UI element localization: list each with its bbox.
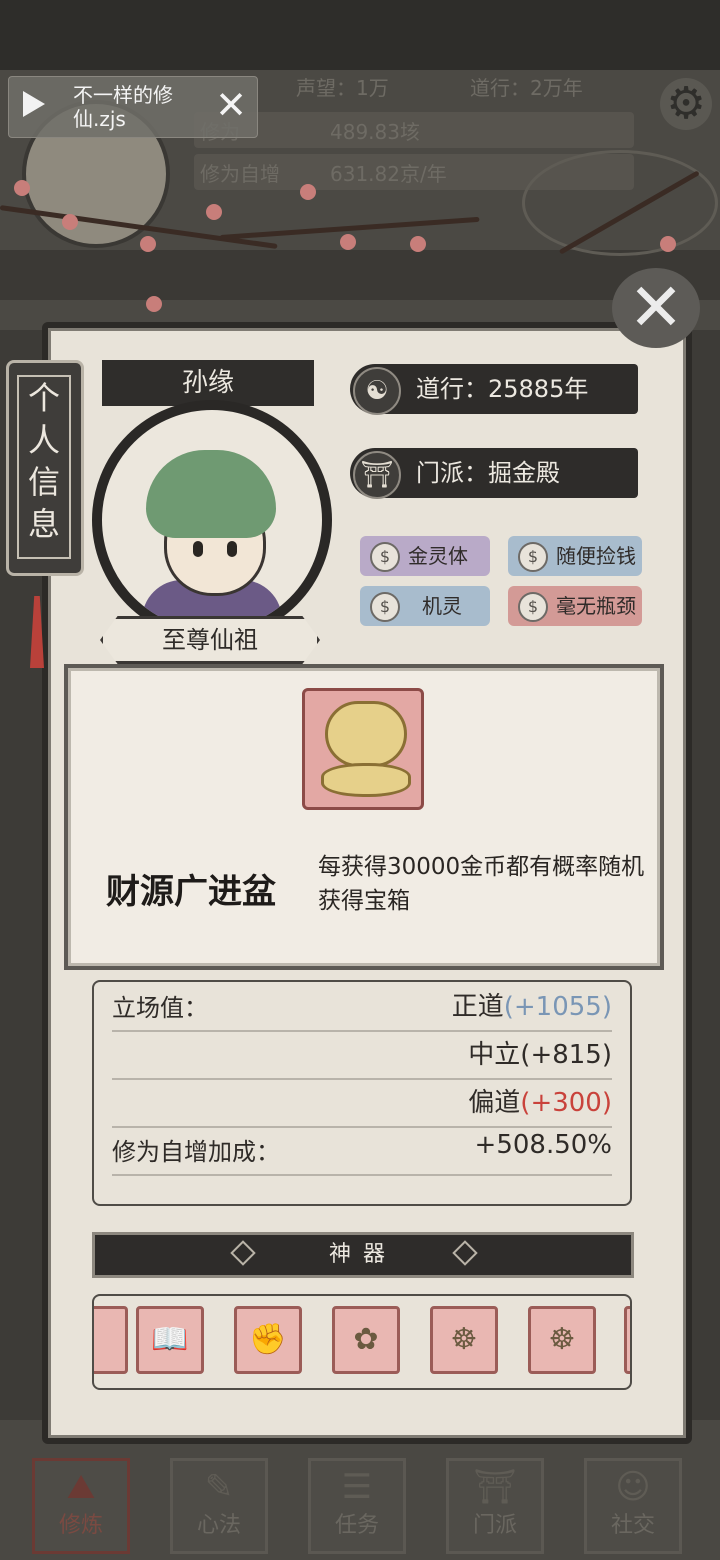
artifact-slot-partial[interactable]	[624, 1306, 630, 1374]
personal-info-tab-label: 个人信息	[17, 375, 71, 559]
trait-label: 随便捡钱	[556, 544, 636, 568]
book-icon[interactable]: 📖	[136, 1306, 204, 1374]
deviant-label: 偏道	[468, 1088, 521, 1118]
trait-tag[interactable]: $ 机灵	[360, 586, 490, 626]
close-icon[interactable]: ✕	[211, 85, 251, 125]
tree-crown	[325, 701, 407, 767]
artifact-header: 神器	[92, 1232, 634, 1278]
blossom-decoration	[660, 236, 676, 252]
trait-label: 机灵	[422, 594, 462, 618]
money-bag-icon: $	[518, 592, 548, 622]
artifact-list[interactable]: 📖 ✊ ✿ ☸ ☸	[92, 1294, 632, 1390]
money-bag-icon: $	[518, 542, 548, 572]
stat-row-cultivation-bonus: 修为自增加成： +508.50%	[112, 1126, 612, 1176]
people-icon: ☺	[615, 1467, 651, 1507]
cultivation-bonus-label: 修为自增加成：	[112, 1138, 280, 1166]
background-roof	[0, 250, 720, 300]
auto-gain-label: 修为自增	[200, 162, 280, 186]
nav-label: 社交	[610, 1513, 655, 1538]
money-tree-pot-icon	[302, 688, 424, 810]
portrait-eye	[227, 541, 237, 557]
stance-deviant: 偏道(+300)	[468, 1082, 612, 1119]
blossom-decoration	[300, 184, 316, 200]
trait-tag[interactable]: $ 随便捡钱	[508, 536, 642, 576]
nav-label: 门派	[472, 1513, 517, 1538]
auto-gain-value: 631.82京/年	[330, 162, 447, 186]
stance-label: 立场值：	[112, 994, 208, 1022]
blossom-decoration	[62, 214, 78, 230]
play-icon[interactable]	[23, 91, 45, 117]
personal-info-tab[interactable]: 个人信息	[6, 360, 84, 576]
nav-label: 心法	[196, 1513, 241, 1538]
stance-righteous: 正道(+1055)	[452, 986, 612, 1023]
blossom-decoration	[206, 204, 222, 220]
blossom-decoration	[140, 236, 156, 252]
gauntlet-icon[interactable]: ✊	[234, 1306, 302, 1374]
toast-title: 不一样的修仙.zjs	[73, 83, 173, 131]
buddha-statue-icon[interactable]: ☸	[430, 1306, 498, 1374]
nav-label: 任务	[334, 1513, 379, 1538]
yin-yang-icon: ☯	[353, 367, 401, 415]
item-name: 财源广进盆	[106, 872, 276, 912]
quest-scroll-icon: ☰	[341, 1467, 373, 1507]
reputation-text: 声望：1万	[296, 76, 389, 100]
portrait-hair	[146, 450, 276, 538]
daoxing-text: 道行：2万年	[470, 76, 583, 100]
media-toast[interactable]: 不一样的修仙.zjs ✕	[8, 76, 258, 138]
righteous-label: 正道	[451, 992, 504, 1022]
money-bag-icon: $	[370, 542, 400, 572]
temple-icon: ⛩	[473, 1467, 517, 1507]
scroll-icon: ✎	[204, 1467, 234, 1507]
artifact-header-label: 神器	[328, 1242, 397, 1267]
daoxing-pill: ☯ 道行：25885年	[350, 364, 638, 415]
stance-neutral: 中立(+815)	[468, 1040, 612, 1070]
cultivation-bonus-value: +508.50%	[474, 1130, 612, 1160]
character-title: 至尊仙祖	[100, 616, 320, 664]
cultivation-value: 489.83垓	[330, 120, 420, 144]
daoxing-label: 道行：25885年	[416, 375, 589, 403]
nav-heart-method[interactable]: ✎ 心法	[170, 1458, 268, 1554]
trait-label: 毫无瓶颈	[556, 594, 636, 618]
item-description: 每获得30000金币都有概率随机获得宝箱	[318, 854, 645, 914]
blossom-decoration	[410, 236, 426, 252]
nav-label: 修炼	[58, 1513, 103, 1538]
stat-row-neutral: 中立(+815)	[112, 1030, 612, 1080]
item-detail-card[interactable]: 财源广进盆 每获得30000金币都有概率随机获得宝箱	[64, 664, 664, 970]
nav-quest[interactable]: ☰ 任务	[308, 1458, 406, 1554]
trait-tag[interactable]: $ 毫无瓶颈	[508, 586, 642, 626]
sect-label: 门派：掘金殿	[416, 459, 560, 487]
trait-label: 金灵体	[408, 544, 468, 568]
character-portrait	[92, 400, 332, 640]
portrait-eye	[193, 541, 203, 557]
artifact-slot-partial[interactable]	[94, 1306, 128, 1374]
stat-row-deviant: 偏道(+300)	[112, 1078, 612, 1128]
tree-pot	[321, 763, 411, 797]
righteous-bonus: (+1055)	[503, 992, 612, 1022]
gear-icon[interactable]: ⚙	[660, 78, 712, 130]
temple-icon: ⛩	[353, 451, 401, 499]
nav-cultivate[interactable]: ⛰ 修炼	[32, 1458, 130, 1554]
deviant-bonus: (+300)	[520, 1088, 612, 1118]
mountain-icon: ⛰	[66, 1467, 96, 1507]
blossom-decoration	[14, 180, 30, 196]
blossom-decoration	[340, 234, 356, 250]
close-button[interactable]: ✕	[612, 268, 700, 348]
nav-sect[interactable]: ⛩ 门派	[446, 1458, 544, 1554]
buddha-statue-icon[interactable]: ☸	[528, 1306, 596, 1374]
stat-row-righteous: 立场值： 正道(+1055)	[112, 982, 612, 1032]
nav-social[interactable]: ☺ 社交	[584, 1458, 682, 1554]
money-tree-icon[interactable]: ✿	[332, 1306, 400, 1374]
trait-tag[interactable]: $ 金灵体	[360, 536, 490, 576]
sect-pill: ⛩ 门派：掘金殿	[350, 448, 638, 499]
stats-list[interactable]: 立场值： 正道(+1055) 中立(+815) 偏道(+300) 修为自增加成：…	[92, 980, 632, 1206]
seal-decoration	[522, 150, 718, 256]
money-bag-icon: $	[370, 592, 400, 622]
blossom-decoration	[146, 296, 162, 312]
